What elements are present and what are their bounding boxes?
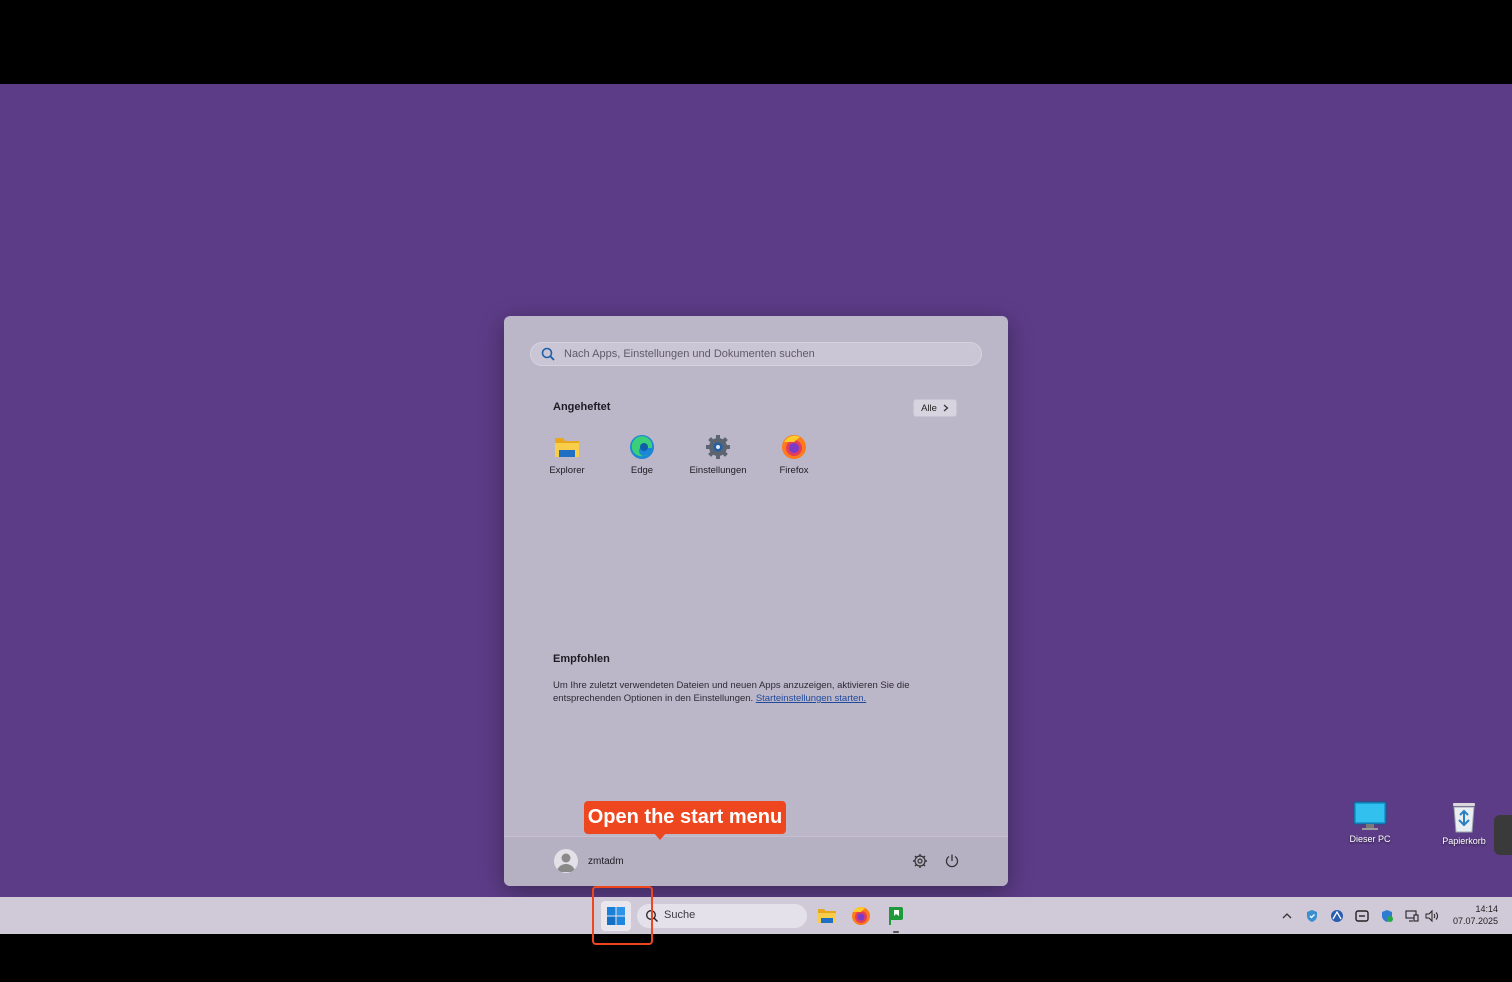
tray-security[interactable] bbox=[1305, 909, 1319, 923]
tray-network-app[interactable] bbox=[1330, 909, 1344, 923]
tray-display[interactable] bbox=[1405, 909, 1419, 923]
display-icon bbox=[1405, 910, 1419, 922]
recycle-bin-icon bbox=[1453, 803, 1475, 833]
tray-remote-desktop[interactable] bbox=[1355, 909, 1369, 923]
gear-icon bbox=[913, 854, 927, 868]
defender-icon bbox=[1382, 910, 1393, 922]
firefox-icon bbox=[782, 435, 806, 459]
start-button[interactable] bbox=[601, 901, 631, 931]
show-hidden-icons-button[interactable] bbox=[1280, 909, 1294, 923]
remote-desktop-icon bbox=[1355, 910, 1369, 922]
desktop-icon-label: Papierkorb bbox=[1442, 836, 1486, 846]
pinned-app-label: Edge bbox=[630, 465, 654, 476]
tooltip-pointer bbox=[653, 832, 667, 840]
tooltip: Open the start menu bbox=[584, 801, 786, 834]
security-shield-icon bbox=[1307, 910, 1317, 922]
search-icon bbox=[541, 347, 555, 361]
pinned-app-label: Explorer bbox=[549, 465, 585, 476]
file-explorer-icon bbox=[818, 909, 836, 923]
search-icon bbox=[646, 910, 658, 922]
volume-icon bbox=[1425, 909, 1438, 923]
start-menu-footer: zmtadm bbox=[504, 836, 1008, 886]
start-search-input[interactable] bbox=[564, 343, 964, 365]
chevron-right-icon bbox=[943, 404, 949, 412]
desktop-icon-label: Dieser PC bbox=[1349, 834, 1391, 844]
pinned-title: Angeheftet bbox=[553, 401, 611, 413]
taskbar-search-placeholder: Suche bbox=[664, 909, 696, 921]
all-apps-label: Alle bbox=[921, 402, 937, 414]
settings-gear-icon bbox=[706, 435, 730, 459]
recommended-title: Empfohlen bbox=[553, 653, 610, 665]
clock-time: 14:14 bbox=[1475, 904, 1498, 914]
chevron-up-icon bbox=[1282, 913, 1292, 919]
user-icon bbox=[557, 853, 575, 872]
start-settings-link[interactable]: Starteinstellungen starten. bbox=[756, 693, 866, 704]
tray-volume[interactable] bbox=[1425, 909, 1439, 923]
clock-date: 07.07.2025 bbox=[1452, 916, 1498, 926]
avatar bbox=[554, 849, 578, 873]
pinned-app-edge[interactable]: Edge bbox=[607, 434, 677, 482]
taskbar-app-explorer[interactable] bbox=[812, 901, 842, 931]
taskbar-app-green-flag[interactable] bbox=[881, 901, 911, 933]
pinned-app-label: Firefox bbox=[779, 465, 809, 476]
network-app-icon bbox=[1331, 910, 1343, 922]
firefox-icon bbox=[852, 907, 870, 925]
side-widget-tab[interactable] bbox=[1494, 815, 1512, 855]
start-search-box[interactable] bbox=[530, 342, 982, 366]
pinned-app-explorer[interactable]: Explorer bbox=[532, 434, 602, 482]
tray-defender[interactable] bbox=[1380, 909, 1394, 923]
pinned-app-label: Einstellungen bbox=[689, 465, 747, 476]
windows-logo-icon bbox=[607, 907, 625, 925]
green-flag-app-icon bbox=[889, 907, 903, 925]
pinned-app-settings[interactable]: Einstellungen bbox=[683, 434, 753, 482]
letterbox-bottom bbox=[0, 934, 1512, 982]
desktop-icon-recycle-bin[interactable]: Papierkorb bbox=[1429, 800, 1499, 846]
letterbox-top bbox=[0, 0, 1512, 84]
all-apps-button[interactable]: Alle bbox=[913, 399, 957, 417]
recommended-text: Um Ihre zuletzt verwendeten Dateien und … bbox=[553, 679, 953, 705]
file-explorer-icon bbox=[555, 438, 579, 457]
settings-button[interactable] bbox=[912, 853, 928, 869]
edge-icon bbox=[630, 435, 654, 459]
taskbar-clock[interactable]: 14:14 07.07.2025 bbox=[1448, 903, 1498, 927]
running-indicator bbox=[893, 931, 899, 933]
taskbar-search[interactable]: Suche bbox=[637, 904, 807, 928]
desktop-icon-this-pc[interactable]: Dieser PC bbox=[1335, 800, 1405, 844]
taskbar-app-firefox[interactable] bbox=[846, 901, 876, 931]
power-button[interactable] bbox=[944, 853, 960, 869]
power-icon bbox=[945, 854, 959, 868]
user-name: zmtadm bbox=[588, 856, 624, 867]
pinned-app-firefox[interactable]: Firefox bbox=[759, 434, 829, 482]
monitor-icon bbox=[1353, 801, 1387, 830]
